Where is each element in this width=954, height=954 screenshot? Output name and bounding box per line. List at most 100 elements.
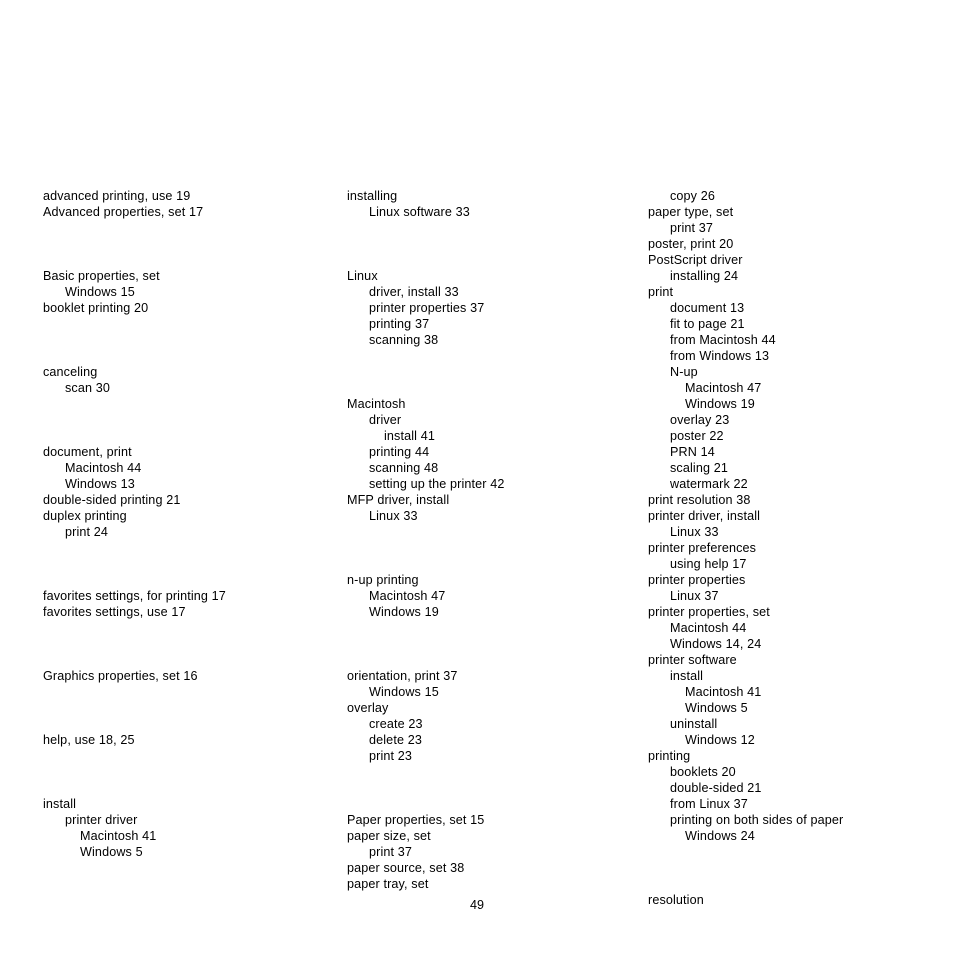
index-subentry: Windows 13 [65, 477, 135, 491]
index-entry: booklet printing 20 [43, 301, 149, 315]
index-subentry: document 13 [670, 301, 745, 315]
index-subentry: print 24 [65, 525, 109, 539]
index-entry: PostScript driver [648, 253, 743, 267]
index-entry: Advanced properties, set 17 [43, 205, 204, 219]
index-subentry: print 37 [670, 221, 714, 235]
index-entry: poster, print 20 [648, 237, 734, 251]
index-entry: printer preferences [648, 541, 757, 555]
index-letter-group: help, use 18, 25 [43, 732, 343, 748]
index-subentry: scaling 21 [670, 461, 728, 475]
index-entry: canceling [43, 365, 98, 379]
index-entry: help, use 18, 25 [43, 733, 135, 747]
index-entry: print resolution 38 [648, 493, 751, 507]
index-letter-group: Basic properties, set Windows 15 booklet p… [43, 268, 343, 316]
index-entry: paper type, set [648, 205, 734, 219]
index-subentry: printing on both sides of paper [670, 813, 844, 827]
index-entry: installing [347, 189, 398, 203]
index-entry: printer software [648, 653, 737, 667]
index-subentry: printer properties 37 [369, 301, 485, 315]
index-entry: orientation, print 37 [347, 669, 458, 683]
page-number: 49 [469, 898, 484, 912]
index-subentry: Macintosh 47 [685, 381, 762, 395]
index-entry: install [43, 797, 77, 811]
index-subentry: copy 26 [670, 189, 715, 203]
index-entry: favorites settings, for printing 17 [43, 589, 226, 603]
index-subentry: print 37 [369, 845, 413, 859]
index-entry: printer driver, install [648, 509, 761, 523]
index-entry: paper tray, set [347, 877, 429, 891]
index-entry: advanced printing, use 19 [43, 189, 191, 203]
index-subentry: uninstall [670, 717, 718, 731]
index-subentry: Windows 15 [65, 285, 135, 299]
index-entry: n-up printing [347, 573, 419, 587]
index-entry: Basic properties, set [43, 269, 160, 283]
index-subentry: printing 44 [369, 445, 430, 459]
index-subentry: install [670, 669, 704, 683]
index-subentry: installing 24 [670, 269, 739, 283]
index-subentry: printing 37 [369, 317, 430, 331]
index-subentry: scanning 38 [369, 333, 439, 347]
index-entry: printer properties, set [648, 605, 770, 619]
index-subentry: install 41 [384, 429, 435, 443]
index-page: advanced printing, use 19 Advanced proper… [0, 0, 954, 954]
index-subentry: poster 22 [670, 429, 724, 443]
index-subentry: N-up [670, 365, 698, 379]
index-letter-group: Macintosh driver install 41 printing 44 scan… [347, 396, 647, 524]
index-subentry: PRN 14 [670, 445, 715, 459]
index-entry: paper source, set 38 [347, 861, 465, 875]
index-letter-group: copy 26 paper type, set print 37 poster, pr… [648, 188, 948, 844]
index-subentry: driver [369, 413, 402, 427]
index-subentry: Macintosh 41 [685, 685, 762, 699]
index-subentry: create 23 [369, 717, 423, 731]
index-column-1: advanced printing, use 19 Advanced proper… [43, 188, 343, 860]
index-entry: MFP driver, install [347, 493, 450, 507]
index-subentry: Windows 5 [80, 845, 143, 859]
index-subentry: from Macintosh 44 [670, 333, 776, 347]
index-subentry: delete 23 [369, 733, 422, 747]
index-subentry: scanning 48 [369, 461, 439, 475]
index-subentry: booklets 20 [670, 765, 736, 779]
index-letter-group: n-up printing Macintosh 47 Windows 19 [347, 572, 647, 620]
index-letter-group: favorites settings, for printing 17 favor… [43, 588, 343, 620]
index-subentry: Macintosh 41 [80, 829, 157, 843]
index-subentry: Windows 5 [685, 701, 748, 715]
index-entry: Macintosh [347, 397, 406, 411]
index-subentry: Windows 12 [685, 733, 755, 747]
index-subentry: Linux 33 [670, 525, 719, 539]
index-entry: duplex printing [43, 509, 127, 523]
index-subentry: setting up the printer 42 [369, 477, 505, 491]
index-subentry: print 23 [369, 749, 413, 763]
index-subentry: Windows 19 [685, 397, 755, 411]
index-subentry: scan 30 [65, 381, 110, 395]
index-entry: printing [648, 749, 691, 763]
index-letter-group: advanced printing, use 19 Advanced proper… [43, 188, 343, 220]
index-letter-group: orientation, print 37 Windows 15 overlay cr… [347, 668, 647, 764]
index-entry: Graphics properties, set 16 [43, 669, 198, 683]
index-columns: advanced printing, use 19 Advanced proper… [0, 0, 954, 954]
index-subentry: watermark 22 [670, 477, 748, 491]
index-subentry: fit to page 21 [670, 317, 745, 331]
index-letter-group: Paper properties, set 15 paper size, set p… [347, 812, 647, 892]
index-subentry: from Windows 13 [670, 349, 770, 363]
index-letter-group: install printer driver Macintosh 41 Windows… [43, 796, 343, 860]
index-subentry: using help 17 [670, 557, 747, 571]
index-subentry: Windows 15 [369, 685, 439, 699]
index-subentry: overlay 23 [670, 413, 730, 427]
index-subentry: Macintosh 47 [369, 589, 446, 603]
index-column-3: copy 26 paper type, set print 37 poster, pr… [648, 188, 948, 908]
index-subentry: Windows 19 [369, 605, 439, 619]
index-entry: print [648, 285, 674, 299]
index-subentry: Macintosh 44 [65, 461, 142, 475]
index-column-2: installing Linux software 33 Linux driver, … [347, 188, 647, 892]
index-subentry: from Linux 37 [670, 797, 748, 811]
index-subentry: double-sided 21 [670, 781, 762, 795]
index-letter-group: Linux driver, install 33 printer propertie… [347, 268, 647, 348]
index-subentry: Macintosh 44 [670, 621, 747, 635]
index-subentry: Linux software 33 [369, 205, 470, 219]
index-entry: Paper properties, set 15 [347, 813, 485, 827]
index-letter-group: installing Linux software 33 [347, 188, 647, 220]
index-letter-group: document, print Macintosh 44 Windows 13 dou… [43, 444, 343, 540]
index-entry: document, print [43, 445, 132, 459]
index-entry: paper size, set [347, 829, 431, 843]
index-subentry: driver, install 33 [369, 285, 459, 299]
